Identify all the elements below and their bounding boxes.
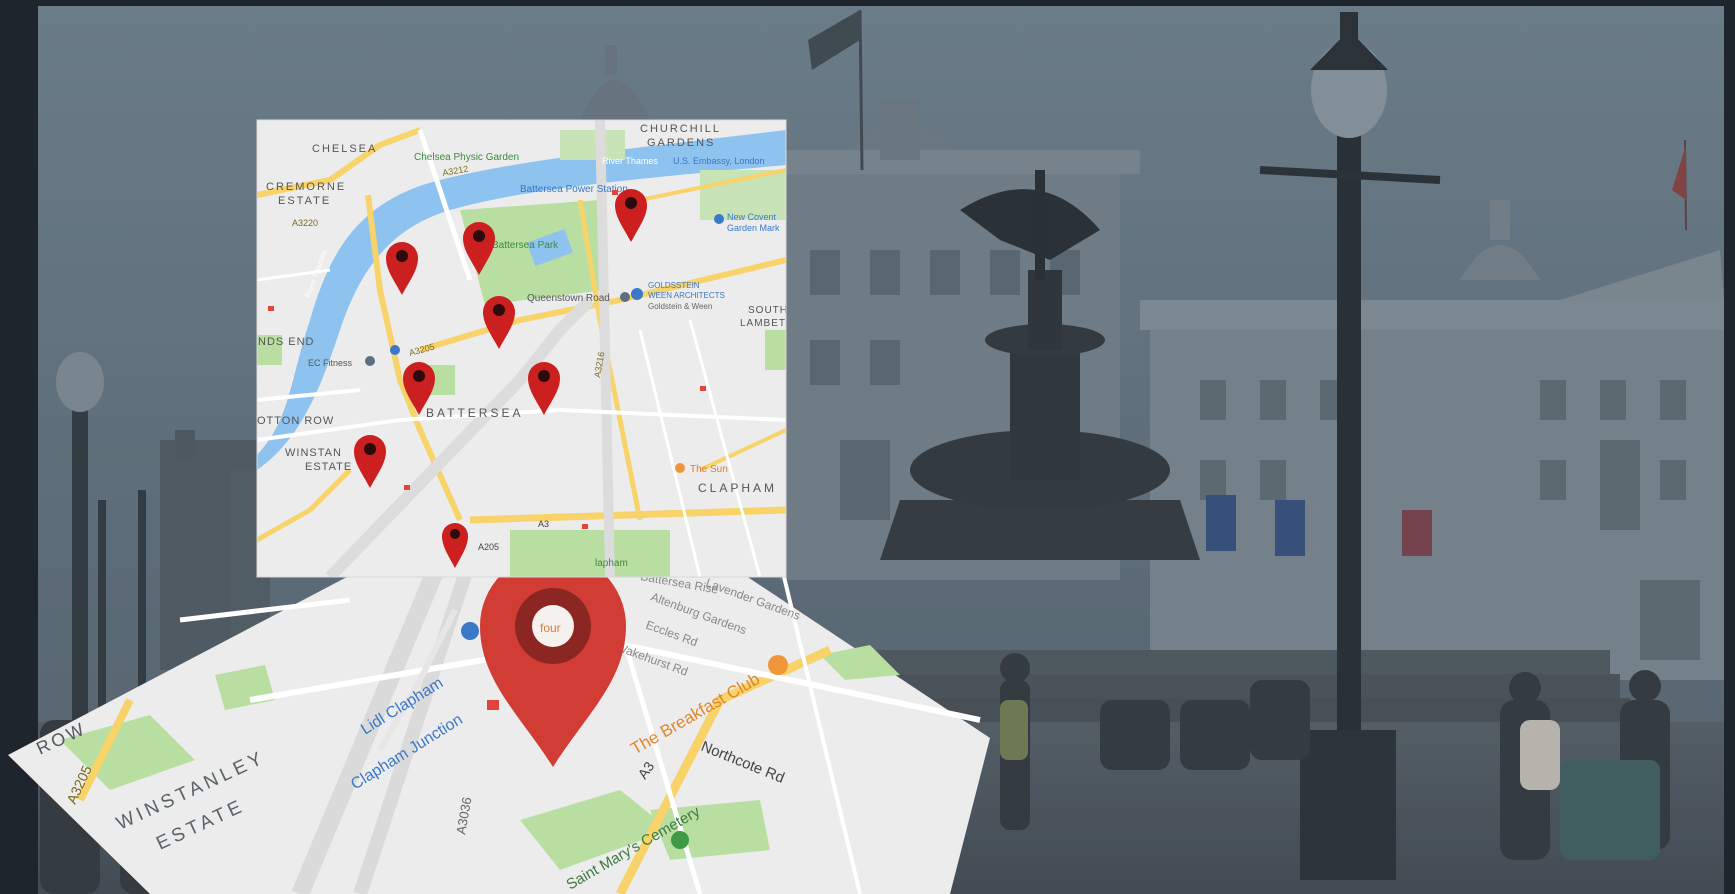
label-otton-row: OTTON ROW bbox=[257, 415, 334, 427]
goldstein-icon bbox=[631, 288, 643, 300]
label-south-2: LAMBET bbox=[740, 318, 786, 329]
label-cremorne-1: CREMORNE bbox=[266, 181, 346, 193]
pmap-cemetery-icon bbox=[671, 831, 689, 849]
label-churchill-1: CHURCHILL bbox=[640, 123, 721, 135]
label-the-sun: The Sun bbox=[690, 464, 728, 475]
label-a3220: A3220 bbox=[292, 218, 318, 228]
label-south-1: SOUTH bbox=[748, 305, 788, 316]
label-a3: A3 bbox=[538, 519, 549, 529]
pmap-train-icon bbox=[487, 700, 499, 710]
scene: ROW A3205 WINSTANLEY ESTATE Lidl Clapham… bbox=[0, 0, 1735, 894]
top-map: CHELSEA Chelsea Physic Garden CHURCHILL … bbox=[256, 119, 788, 578]
label-queenstown: Queenstown Road bbox=[527, 293, 610, 304]
label-nds-end: NDS END bbox=[258, 336, 315, 348]
pmap-breakfast-icon bbox=[768, 655, 788, 675]
label-a205: A205 bbox=[478, 542, 499, 552]
label-winstan-2: ESTATE bbox=[305, 461, 352, 473]
scene-svg: ROW A3205 WINSTANLEY ESTATE Lidl Clapham… bbox=[0, 0, 1735, 894]
label-us-embassy: U.S. Embassy, London bbox=[673, 156, 764, 166]
label-goldstein-2: WEEN ARCHITECTS bbox=[648, 291, 725, 300]
label-battersea-power: Battersea Power Station bbox=[520, 184, 628, 195]
label-new-covent-2: Garden Mark bbox=[727, 223, 780, 233]
label-clapham: CLAPHAM bbox=[698, 481, 777, 495]
label-new-covent-1: New Covent bbox=[727, 212, 777, 222]
label-ec-fitness: EC Fitness bbox=[308, 358, 353, 368]
label-churchill-2: GARDENS bbox=[647, 137, 715, 149]
covent-garden-icon bbox=[714, 214, 724, 224]
label-chelsea-physic: Chelsea Physic Garden bbox=[414, 152, 519, 163]
label-winstan-1: WINSTAN bbox=[285, 447, 342, 459]
label-cremorne-2: ESTATE bbox=[278, 195, 331, 207]
label-river-thames-n: River Thames bbox=[602, 156, 658, 166]
label-clapham-park: lapham bbox=[595, 558, 628, 569]
the-sun-icon bbox=[675, 463, 685, 473]
pin-overlay-text: four bbox=[540, 621, 561, 635]
label-goldstein-1: GOLDSSTEIN bbox=[648, 281, 700, 290]
pmap-lidl-icon bbox=[461, 622, 479, 640]
label-goldstein-3: Goldstein & Ween bbox=[648, 302, 712, 311]
label-chelsea: CHELSEA bbox=[312, 143, 377, 155]
label-battersea: BATTERSEA bbox=[426, 406, 523, 420]
label-battersea-park: Battersea Park bbox=[492, 240, 559, 251]
